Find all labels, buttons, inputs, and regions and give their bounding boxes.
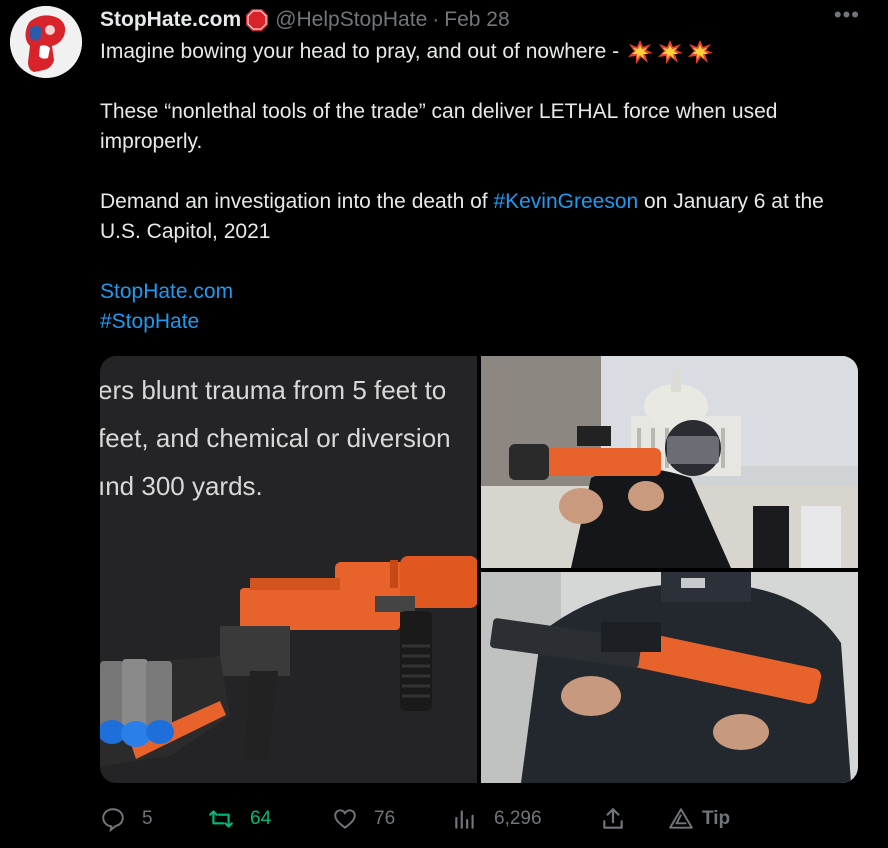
author-handle[interactable]: @HelpStopHate: [275, 8, 427, 32]
views-count: 6,296: [494, 808, 542, 829]
officer-illustration: [481, 572, 858, 783]
reply-count: 5: [142, 808, 153, 829]
tweet-paragraph-3: Demand an investigation into the death o…: [100, 190, 824, 243]
media-launcher-product-image[interactable]: ers blunt trauma from 5 feet to feet, an…: [100, 356, 477, 783]
tip-icon: [669, 808, 693, 829]
tip-button[interactable]: Tip: [668, 802, 730, 836]
avatar[interactable]: [10, 6, 82, 78]
tip-label: Tip: [702, 808, 731, 829]
stophate-link[interactable]: StopHate.com: [100, 280, 233, 303]
share-icon: [603, 808, 623, 829]
tweet-line-1: Imagine bowing your head to pray, and ou…: [100, 37, 870, 67]
media-capitol-photo-bottom[interactable]: [481, 572, 858, 783]
hashtag-stophate[interactable]: #StopHate: [100, 310, 199, 333]
views-icon: [455, 810, 474, 829]
media-capitol-photo-top[interactable]: [481, 356, 858, 568]
action-bar: 5 64 76 6,296 Tip: [100, 802, 840, 836]
stop-sign-icon: [246, 9, 269, 31]
tweet-paragraph-2: These “nonlethal tools of the trade” can…: [100, 100, 778, 153]
retweet-button[interactable]: 64: [208, 802, 271, 836]
views-button[interactable]: 6,296: [452, 802, 542, 836]
separator-dot: ·: [432, 8, 440, 31]
media-grid[interactable]: ers blunt trauma from 5 feet to feet, an…: [100, 356, 858, 783]
capitol-scene-illustration: [481, 356, 858, 568]
tweet-text: Imagine bowing your head to pray, and ou…: [100, 37, 870, 337]
tweet-header: StopHate.com @HelpStopHate · Feb 28: [100, 6, 510, 34]
retweet-count: 64: [250, 808, 272, 829]
launcher-illustration: [100, 556, 477, 766]
collision-emoji-icon: [627, 40, 713, 65]
like-count: 76: [374, 808, 396, 829]
heart-icon: [334, 809, 356, 829]
share-button[interactable]: [600, 802, 642, 836]
reply-icon: [102, 808, 124, 832]
reply-button[interactable]: 5: [100, 802, 153, 836]
fist-icon: [10, 6, 82, 78]
author-name[interactable]: StopHate.com: [100, 8, 241, 32]
hashtag-kevingreeson[interactable]: #KevinGreeson: [493, 190, 638, 213]
more-options-icon[interactable]: •••: [834, 2, 860, 28]
like-button[interactable]: 76: [332, 802, 395, 836]
retweet-icon: [209, 810, 233, 828]
tweet-date[interactable]: Feb 28: [444, 8, 509, 32]
